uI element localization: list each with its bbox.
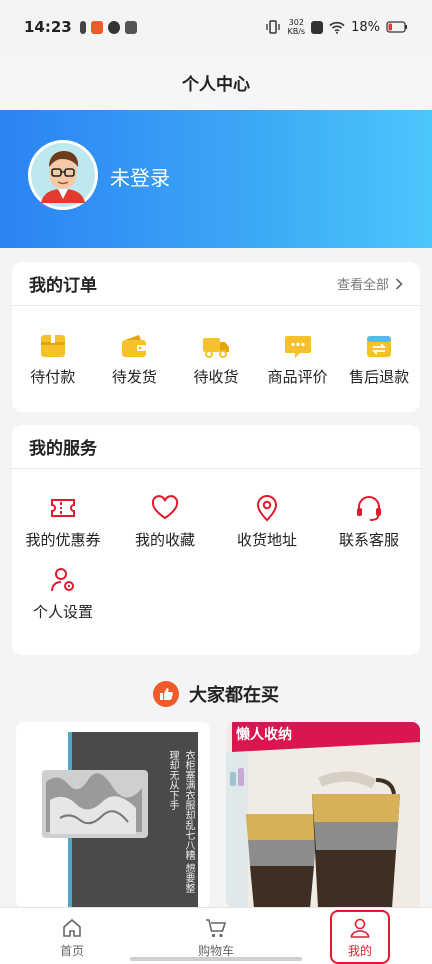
product-image-storage-basket [226,722,420,908]
location-icon [256,495,278,522]
more-apps-icon [124,20,137,34]
thumbs-up-icon [153,681,179,707]
service-favorites[interactable]: 我的收藏 [114,493,216,550]
tab-cart[interactable]: 购物车 [144,908,288,964]
order-to-ship[interactable]: 待发货 [94,332,176,387]
heart-icon [151,495,179,520]
home-icon [63,918,81,937]
wifi-icon [329,21,345,34]
orders-header: 我的订单 查看全部 [12,262,420,306]
status-time: 14:23 [24,18,72,36]
orders-card: 我的订单 查看全部 待付款 待发货 待收货 商品评价 售后退款 [12,262,420,412]
battery-percent: 18% [351,19,380,35]
sim-off-icon [311,20,324,34]
notification-icons [79,20,137,34]
truck-icon [202,338,229,358]
active-tab-highlight [330,910,390,964]
avatar[interactable] [28,140,98,210]
pending-payment-icon [40,335,65,357]
order-pending-payment[interactable]: 待付款 [12,332,94,387]
product-card[interactable]: 衣柜塞满衣服却乱七八糟 想要整理却无从下手 [16,722,210,908]
gesture-bar [130,957,302,961]
order-refund[interactable]: 售后退款 [338,332,420,387]
sim-icon [79,20,86,34]
app-notification-icon [90,20,103,34]
avatar-illustration-icon [31,143,95,207]
services-title: 我的服务 [29,439,97,459]
services-grid: 我的优惠券 我的收藏 收货地址 联系客服 个人设置 [12,469,420,637]
comment-icon [284,336,311,358]
tab-home[interactable]: 首页 [0,908,144,964]
profile-banner: 未登录 [0,110,432,248]
coupon-icon [51,499,75,517]
services-card: 我的服务 我的优惠券 我的收藏 收货地址 联系客服 个人设置 [12,425,420,655]
popular-section-header: 大家都在买 [0,677,432,711]
headset-icon [357,496,381,521]
view-all-orders-link[interactable]: 查看全部 [337,274,403,293]
orders-title: 我的订单 [29,276,97,296]
order-status-row: 待付款 待发货 待收货 商品评价 售后退款 [12,306,420,387]
service-personal-settings[interactable]: 个人设置 [12,565,114,622]
order-review[interactable]: 商品评价 [257,332,339,387]
refund-icon [367,336,392,357]
wallet-icon [122,335,147,357]
product-badge: 懒人收纳 [236,727,292,743]
status-bar: 14:23 302 KB/s 18% [0,0,432,54]
cart-icon [206,919,227,938]
product-caption: 衣柜塞满衣服却乱七八糟 想要整理却无从下手 [167,750,194,894]
login-status[interactable]: 未登录 [110,162,170,191]
network-speed: 302 KB/s [287,18,306,36]
service-address[interactable]: 收货地址 [216,493,318,550]
vibrate-icon [266,20,281,34]
nav-bar: 个人中心 [0,54,432,110]
order-to-receive[interactable]: 待收货 [175,332,257,387]
battery-icon [386,21,407,33]
product-card[interactable]: 懒人收纳 [226,722,420,908]
link-icon [107,20,120,34]
popular-title: 大家都在买 [189,685,279,706]
page-title: 个人中心 [182,74,250,95]
service-coupons[interactable]: 我的优惠券 [12,493,114,550]
user-settings-icon [51,568,74,592]
service-customer-support[interactable]: 联系客服 [318,493,420,550]
chevron-right-icon [395,277,403,290]
services-header: 我的服务 [12,425,420,469]
